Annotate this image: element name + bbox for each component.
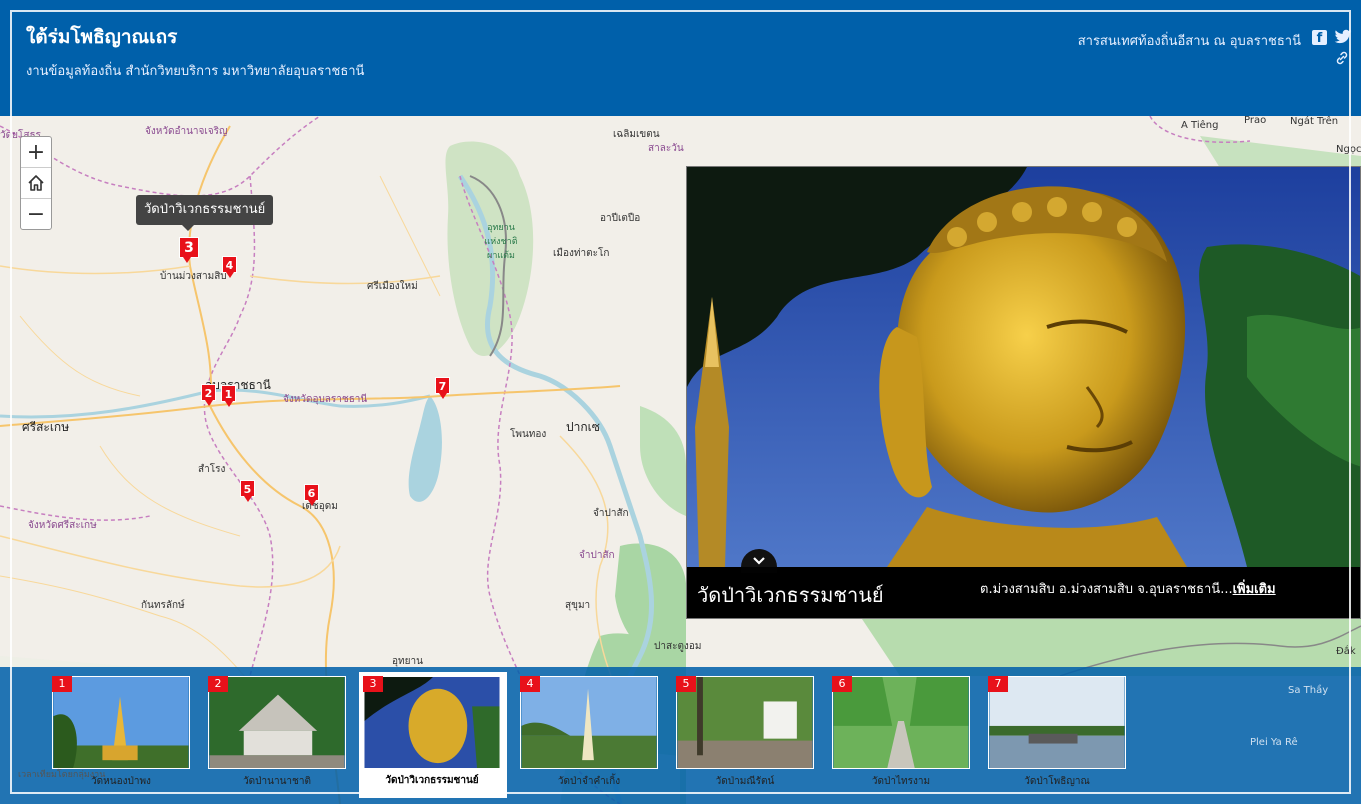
carousel-item-7[interactable]: 7 วัดป่าโพธิญาณ — [988, 676, 1128, 788]
map-label-salavan: สาละวัน — [648, 143, 684, 154]
carousel-item-5[interactable]: 5 วัดป่ามณีรัตน์ — [676, 676, 816, 788]
carousel-item-number: 3 — [363, 676, 383, 692]
carousel-item-2[interactable]: 2 วัดป่านานาชาติ — [208, 676, 348, 788]
header-link[interactable]: สารสนเทศท้องถิ่นอีสาน ณ อุบลราชธานี — [1078, 30, 1301, 51]
map-label-khongsedon: เฉลิมเขตน — [613, 129, 660, 140]
chevron-down-icon — [753, 557, 765, 565]
marker-tooltip: วัดป่าวิเวกธรรมชานย์ — [136, 195, 274, 231]
page-subtitle: งานข้อมูลท้องถิ่น สำนักวิทยบริการ มหาวิท… — [26, 64, 365, 79]
map-label-national-park: อุทยาน แห่งชาติ ผาแต้ม — [484, 223, 518, 261]
thumbnail-image — [208, 676, 346, 769]
home-button[interactable] — [21, 168, 51, 199]
thumbnail-image — [988, 676, 1126, 769]
map-label-si-mueang-mai: ศรีเมืองใหม่ — [367, 281, 418, 292]
map-label-champasak-province: จำปาสัก — [579, 550, 615, 561]
map-marker-6[interactable]: 6 — [304, 484, 319, 506]
map-label-dak: Đắk — [1336, 646, 1356, 657]
carousel-item-label: วัดป่าจำคำเกิ้ง — [557, 776, 621, 787]
map-marker-1[interactable]: 1 — [221, 385, 236, 407]
place-carousel: 1 วัดหนองป่าพง 2 วัดป่านานาชาติ 3 วัดป่า… — [0, 667, 1361, 804]
place-popup: วัดป่าวิเวกธรรมชานย์ ต.ม่วงสามสิบ อ.ม่วง… — [686, 166, 1361, 619]
map-label-lao-ngam: อาปีเตปือ — [600, 213, 641, 224]
carousel-item-4[interactable]: 4 วัดป่าจำคำเกิ้ง — [520, 676, 660, 788]
carousel-item-label: วัดป่าไทรงาม — [871, 776, 931, 787]
map-marker-3[interactable]: 3 — [179, 237, 199, 263]
carousel-item-6[interactable]: 6 วัดป่าไทรงาม — [832, 676, 972, 788]
map-label-pakse: ปากเซ — [566, 420, 600, 434]
popup-image-buddha-head — [687, 167, 1360, 567]
map-label-sisaket-province: จังหวัดศรีสะเกษ — [28, 520, 97, 531]
map-marker-7[interactable]: 7 — [435, 377, 450, 399]
map-label-amnat: จังหวัดอำนาจเจริญ — [145, 126, 228, 137]
carousel-item-label: วัดป่าโพธิญาณ — [1024, 776, 1090, 787]
map-label-pa-sak-chom: ปาสะตูงอม — [654, 641, 702, 652]
carousel-item-label: วัดป่ามณีรัตน์ — [715, 776, 775, 787]
map-label-phonthong: โพนทอง — [510, 429, 547, 440]
link-icon[interactable] — [1334, 50, 1350, 66]
thumbnail-image — [676, 676, 814, 769]
carousel-item-label: วัดป่านานาชาติ — [243, 776, 311, 787]
page-title: ใต้ร่มโพธิญาณเถร — [26, 26, 178, 48]
carousel-item-3[interactable]: 3 วัดป่าวิเวกธรรมชานย์ — [359, 672, 507, 798]
carousel-item-number: 2 — [208, 676, 228, 692]
map-label-ubon-province: จังหวัดอุบลราชธานี — [283, 394, 368, 405]
map-label-mueang-laongam: เมืองท่าตะโก — [553, 248, 610, 259]
map-label-kanthararak: กันทรลักษ์ — [141, 600, 185, 611]
map-label-muang-sam-sip: บ้านม่วงสามสิบ — [160, 271, 227, 282]
facebook-icon[interactable]: f — [1312, 30, 1327, 46]
map-marker-5[interactable]: 5 — [240, 480, 255, 502]
map-marker-2[interactable]: 2 — [201, 384, 216, 406]
home-icon — [28, 175, 44, 191]
zoom-in-button[interactable]: + — [21, 137, 51, 168]
app-header: ใต้ร่มโพธิญาณเถร งานข้อมูลท้องถิ่น สำนัก… — [0, 0, 1361, 116]
carousel-item-number: 7 — [988, 676, 1008, 692]
map-label-prao: Prao — [1244, 116, 1267, 126]
map-label-plei-ya-re: Plei Ya Rê — [1250, 737, 1298, 748]
twitter-icon[interactable] — [1334, 29, 1352, 45]
carousel-item-number: 1 — [52, 676, 72, 692]
map-label-sam-rong: สำโรง — [198, 464, 226, 475]
zoom-controls: + − — [20, 136, 52, 230]
map-label-sukhuma: สุขุมา — [565, 600, 591, 611]
thumbnail-image — [832, 676, 970, 769]
thumbnail-image — [363, 676, 501, 769]
thumbnail-image — [52, 676, 190, 769]
zoom-out-button[interactable]: − — [21, 199, 51, 230]
map-label-sisaket: ศรีสะเกษ — [22, 420, 70, 434]
map-label-sa-thay: Sa Thầy — [1288, 685, 1329, 696]
carousel-item-number: 4 — [520, 676, 540, 692]
map-attribution: เวลาเทียมโดยกลุ่มงาน — [18, 770, 106, 780]
carousel-item-number: 6 — [832, 676, 852, 692]
popup-title: วัดป่าวิเวกธรรมชานย์ — [697, 583, 884, 607]
map-label-a-tieng: A Tiêng — [1181, 120, 1219, 131]
popup-caption: วัดป่าวิเวกธรรมชานย์ ต.ม่วงสามสิบ อ.ม่วง… — [687, 567, 1360, 618]
carousel-item-number: 5 — [676, 676, 696, 692]
map-marker-4[interactable]: 4 — [222, 256, 237, 278]
map-label-champasak: จำปาสัก — [593, 508, 629, 519]
thumbnail-image — [520, 676, 658, 769]
map-label-ngoc: Ngọc — [1336, 144, 1361, 155]
read-more-link[interactable]: เพิ่มเติม — [1233, 582, 1276, 597]
carousel-item-label: วัดป่าวิเวกธรรมชานย์ — [385, 775, 479, 786]
popup-description-text: ต.ม่วงสามสิบ อ.ม่วงสามสิบ จ.อุบลราชธานี.… — [980, 582, 1233, 597]
map-label-ngat-tren: Ngát Trên — [1290, 116, 1339, 127]
popup-description: ต.ม่วงสามสิบ อ.ม่วงสามสิบ จ.อุบลราชธานี.… — [980, 578, 1276, 599]
